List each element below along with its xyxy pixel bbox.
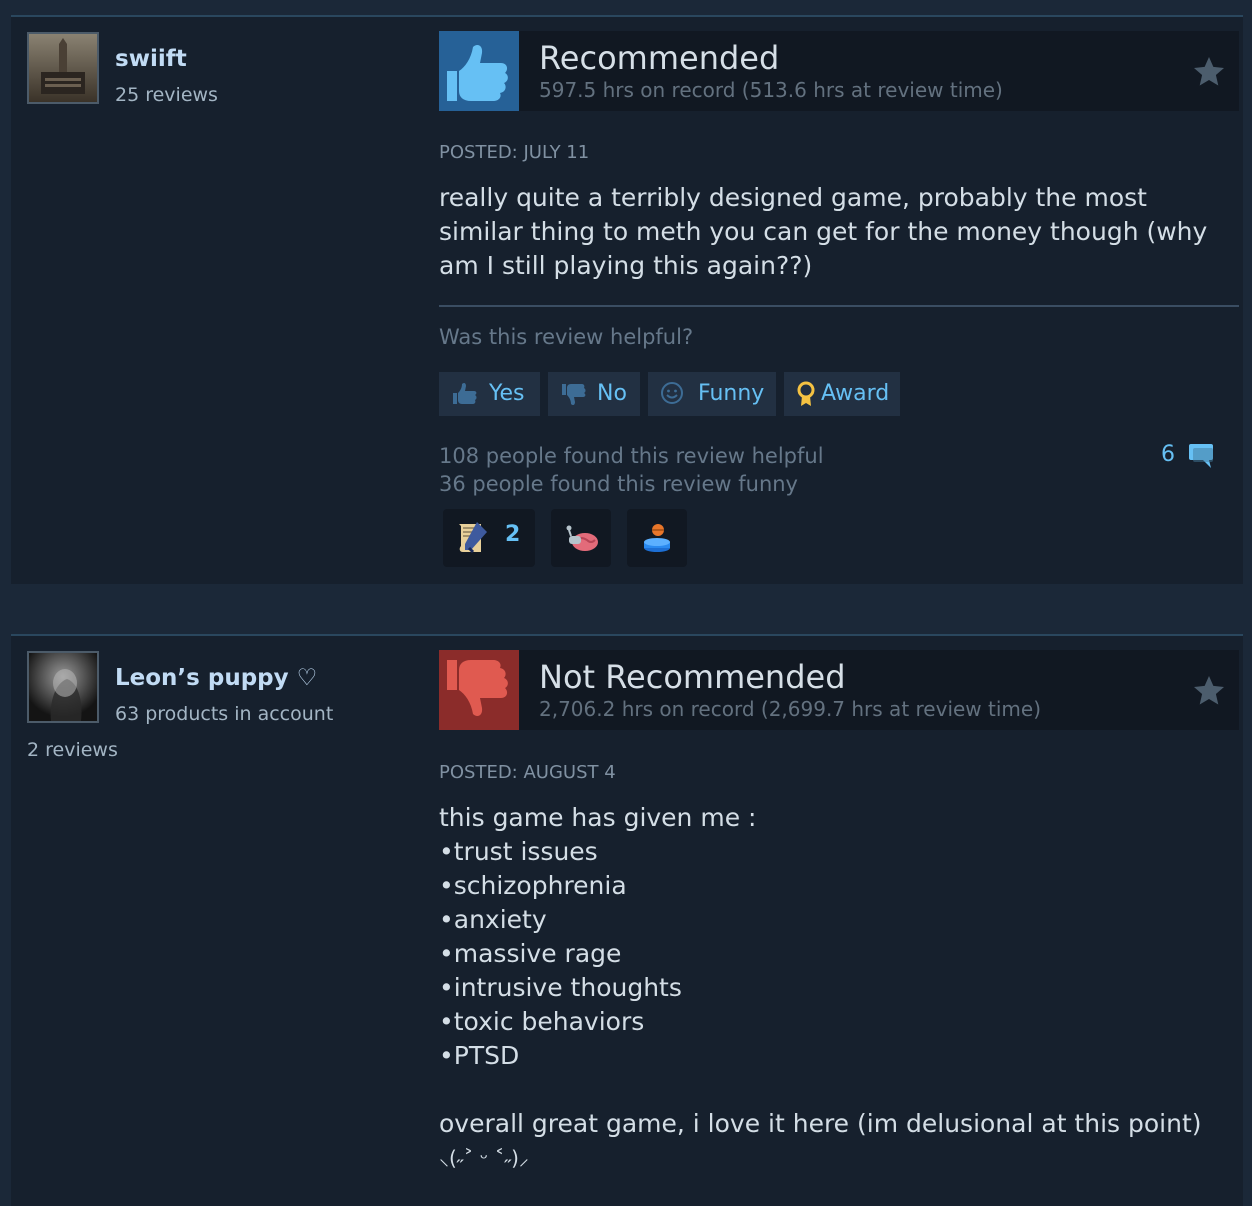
content-line: overall great game, i love it here (im d…: [439, 1109, 1202, 1138]
award-label: Award: [821, 381, 890, 406]
content-line: •schizophrenia: [439, 871, 627, 900]
brain-snail-icon: [566, 525, 598, 551]
content-line: [439, 1073, 1229, 1107]
helpful-question: Was this review helpful?: [439, 325, 694, 349]
author-products-count[interactable]: 63 products in account: [115, 703, 333, 725]
award-button[interactable]: Award: [784, 372, 900, 416]
funny-count: 36 people found this review funny: [439, 472, 798, 496]
author-name[interactable]: Leon’s puppy ♡: [115, 665, 317, 691]
divider: [439, 305, 1239, 307]
author-review-count[interactable]: 2 reviews: [27, 739, 118, 761]
yes-label: Yes: [489, 381, 525, 406]
review-card: swiift 25 reviews Recommended 597.5 hrs …: [11, 15, 1243, 584]
thumbs-up-icon: [453, 382, 477, 404]
content-line: •trust issues: [439, 837, 598, 866]
award-item[interactable]: 2: [443, 509, 535, 567]
hours-on-record: 2,706.2 hrs on record (2,699.7 hrs at re…: [539, 697, 1042, 721]
posted-date: POSTED: AUGUST 4: [439, 762, 616, 783]
comment-count: 6: [1161, 442, 1175, 467]
vote-header[interactable]: Recommended 597.5 hrs on record (513.6 h…: [439, 31, 1239, 111]
content-line: ⸜(˶˃ ᵕ ˂˶)⸝: [439, 1146, 529, 1170]
content-line: this game has given me :: [439, 803, 757, 832]
helpful-count: 108 people found this review helpful: [439, 444, 824, 468]
award-count: 2: [505, 522, 521, 547]
thumbs-down-icon: [439, 650, 519, 730]
no-button[interactable]: No: [548, 372, 640, 416]
comment-bubble-icon: [1189, 444, 1213, 468]
content-line: •toxic behaviors: [439, 1007, 645, 1036]
rating-title: Recommended: [539, 39, 780, 77]
helpful-stats: 108 people found this review helpful 36 …: [439, 442, 824, 498]
avatar[interactable]: [27, 32, 99, 104]
comments-link[interactable]: 6: [1161, 442, 1221, 468]
star-icon[interactable]: [1191, 54, 1227, 90]
avatar[interactable]: [27, 651, 99, 723]
content-line: •intrusive thoughts: [439, 973, 682, 1002]
smiley-icon: [661, 382, 683, 404]
funny-button[interactable]: Funny: [648, 372, 776, 416]
author-review-count[interactable]: 25 reviews: [115, 84, 218, 106]
funny-label: Funny: [698, 381, 765, 406]
review-content: really quite a terribly designed game, p…: [439, 183, 1208, 280]
review-card: Leon’s puppy ♡ 63 products in account 2 …: [11, 634, 1243, 1206]
thumbs-down-icon: [562, 384, 586, 406]
thumbs-up-icon: [439, 31, 519, 111]
pedestal-trophy-icon: [644, 524, 670, 552]
rating-title: Not Recommended: [539, 658, 846, 696]
content-line: •massive rage: [439, 939, 622, 968]
award-ribbon-icon: [797, 381, 815, 406]
vote-header[interactable]: Not Recommended 2,706.2 hrs on record (2…: [439, 650, 1239, 730]
yes-button[interactable]: Yes: [439, 372, 540, 416]
content-line: •anxiety: [439, 905, 547, 934]
author-name[interactable]: swiift: [115, 46, 187, 72]
star-icon[interactable]: [1191, 673, 1227, 709]
no-label: No: [597, 381, 627, 406]
review-content: this game has given me : •trust issues •…: [439, 801, 1229, 1175]
scroll-pen-icon: [459, 522, 487, 554]
content-line: •PTSD: [439, 1041, 520, 1070]
award-item[interactable]: [551, 509, 611, 567]
hours-on-record: 597.5 hrs on record (513.6 hrs at review…: [539, 78, 1003, 102]
posted-date: POSTED: JULY 11: [439, 142, 590, 163]
award-item[interactable]: [627, 509, 687, 567]
